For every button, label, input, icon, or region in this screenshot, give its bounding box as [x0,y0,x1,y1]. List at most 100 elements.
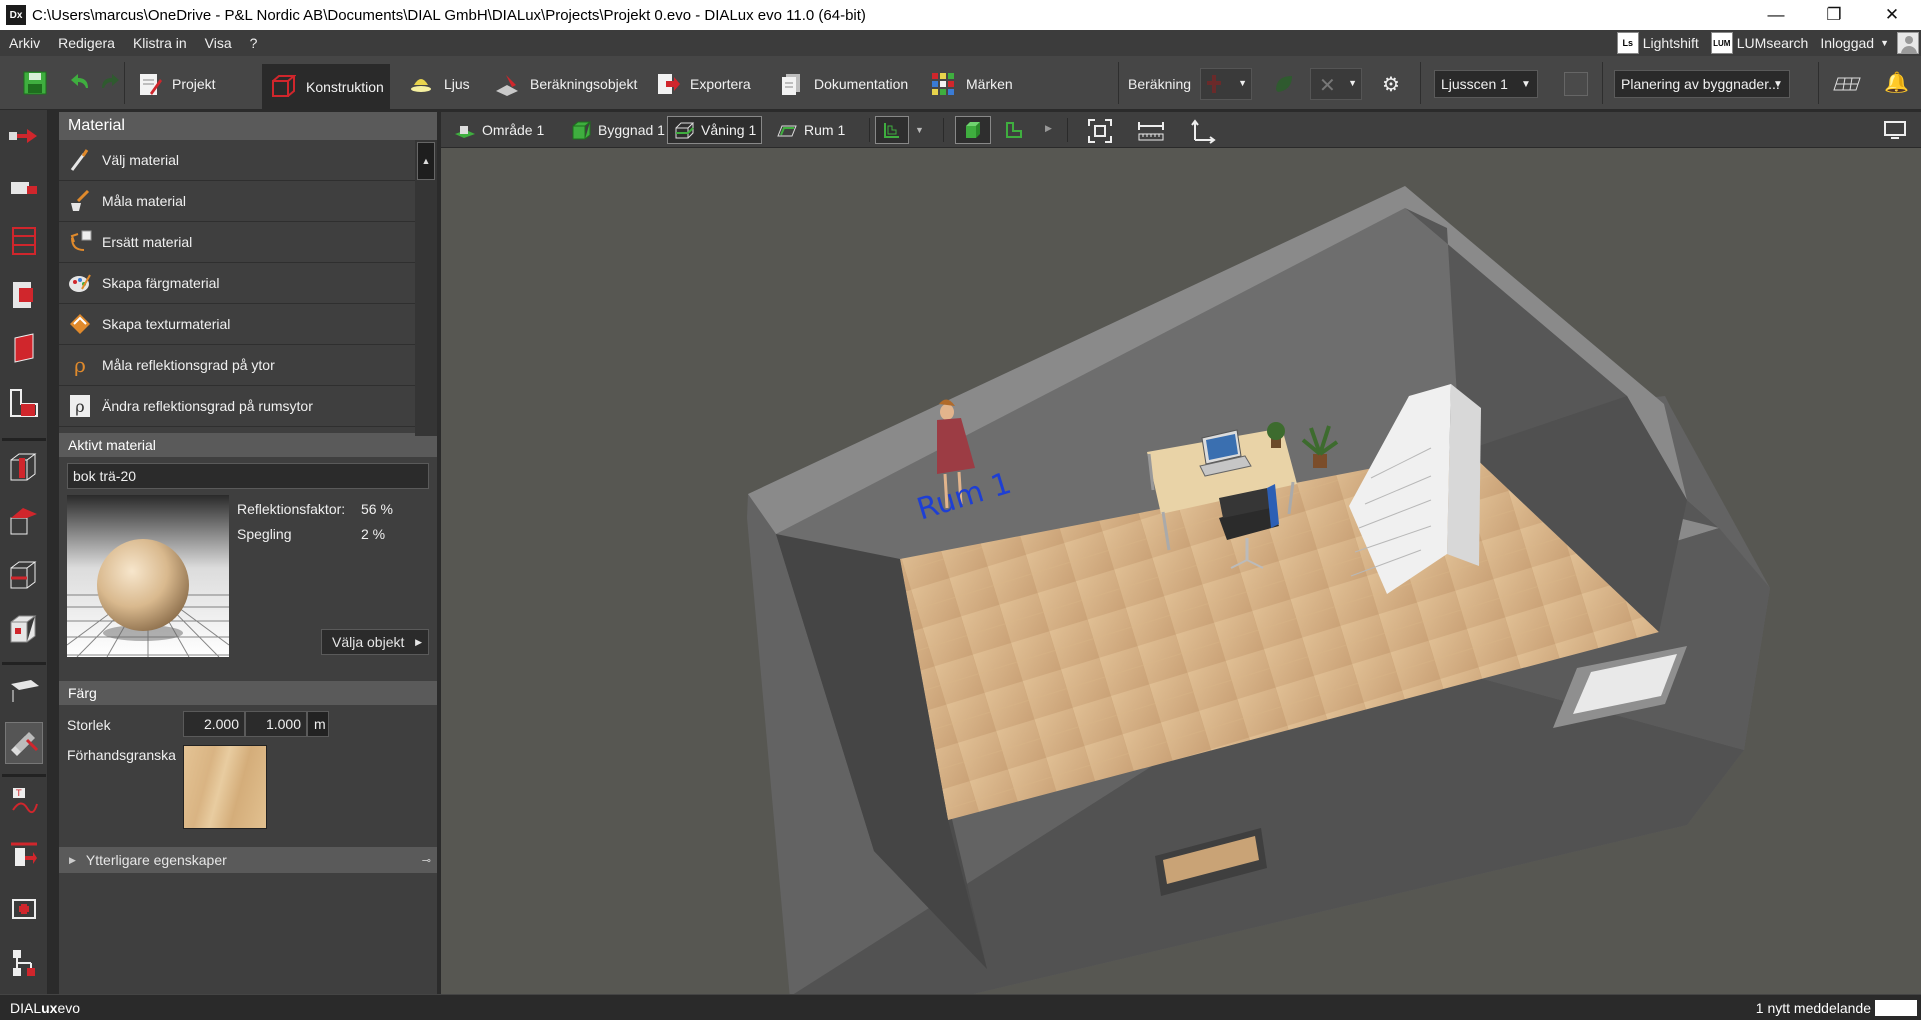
select-objects-button[interactable]: Välja objekt ▶ [321,629,429,655]
leaf-icon[interactable] [1270,70,1298,98]
chevron-down-icon[interactable]: ▼ [1238,78,1247,88]
list-item-change-reflectance[interactable]: ρ Ändra reflektionsgrad på rumsytor [59,386,415,427]
menu-arkiv[interactable]: Arkiv [0,35,49,51]
svg-text:T: T [15,789,22,799]
scroll-up-arrow-icon[interactable]: ▲ [417,142,435,180]
more-properties-expander[interactable]: ▶ Ytterligare egenskaper ⊸ [59,847,437,873]
tool-material-icon[interactable] [5,722,43,764]
tool-ceiling-icon[interactable] [5,670,43,712]
tab-projekt[interactable]: Projekt [128,66,224,102]
redo-icon[interactable] [94,68,124,98]
lumsearch-label: LUMsearch [1736,35,1809,51]
lumsearch-logo-icon: LUM [1710,32,1733,54]
close-button[interactable]: ✕ [1863,0,1921,30]
tab-ljus[interactable]: Ljus [400,66,478,102]
tool-furniture-icon[interactable] [5,166,43,208]
display-settings-icon[interactable] [1869,112,1921,148]
calculate-icon [1207,75,1221,93]
wireframe-view-button[interactable] [999,116,1029,144]
list-item-replace-material[interactable]: Ersätt material [59,222,415,263]
panel-title: Material [59,112,437,140]
floor-icon [673,120,695,140]
solid-view-button[interactable] [955,116,991,144]
lightshift-link[interactable]: Ls Lightshift [1616,32,1699,54]
material-name-field[interactable]: bok trä-20 [67,463,429,489]
tool-import-icon[interactable] [5,114,43,156]
tab-konstruktion[interactable]: Konstruktion [262,64,390,110]
material-list-scrollbar[interactable]: ▲ [415,140,437,436]
calc-object-icon [494,71,520,97]
chevron-down-icon[interactable]: ▼ [1348,78,1357,88]
zoom-extents-icon[interactable] [1087,118,1113,144]
minimize-button[interactable]: — [1747,0,1805,30]
tool-floor-plan-icon[interactable] [5,382,43,424]
list-item-choose-material[interactable]: Välj material [59,140,415,181]
l-shape-icon [1006,122,1022,138]
measure-icon[interactable] [1137,118,1165,144]
size-x-input[interactable]: 2.000 [183,711,245,737]
crumb-area[interactable]: Område 1 [449,116,549,144]
tool-surface-icon[interactable] [5,328,43,370]
list-item-paint-reflectance[interactable]: ρ Måla reflektionsgrad på ytor [59,345,415,386]
paint-bucket-icon [67,188,93,214]
menu-redigera[interactable]: Redigera [49,35,124,51]
crumb-floor[interactable]: Våning 1 [667,116,763,144]
pin-icon[interactable]: ⊸ [422,854,431,867]
size-label: Storlek [67,717,111,733]
texture-preview [183,745,267,829]
size-unit: m [307,711,329,737]
calc-start-button[interactable]: ▼ [1200,68,1252,100]
crumb-room[interactable]: Rum 1 [771,116,850,144]
login-menu[interactable]: Inloggad ▼ [1820,35,1889,51]
calc-cancel-button[interactable]: ✕ ▼ [1310,68,1362,100]
undo-icon[interactable] [66,68,96,98]
size-y-input[interactable]: 1.000 [245,711,307,737]
tab-exportera[interactable]: Exportera [646,66,759,102]
tool-room-element-icon[interactable] [5,608,43,650]
menu-help[interactable]: ? [241,35,267,51]
save-icon[interactable] [20,68,50,98]
message-indicator[interactable] [1875,1000,1917,1016]
notification-bell-icon[interactable]: 🔔 [1884,70,1909,95]
light-scene-monitor-icon[interactable] [1564,72,1588,96]
maximize-button[interactable]: ❐ [1805,0,1863,30]
list-item-create-texture-material[interactable]: Skapa texturmaterial [59,304,415,345]
calc-label: Beräkning [1128,76,1192,92]
grid-plane-icon[interactable] [1832,74,1862,94]
tool-add-object-icon[interactable] [5,888,43,930]
tool-text-curve-icon[interactable]: T [5,780,43,822]
green-cube-icon [966,122,980,138]
crumb-building[interactable]: Byggnad 1 [565,116,670,144]
tab-marken[interactable]: Märken [922,66,1021,102]
construction-cube-icon [270,74,297,100]
pipette-icon [67,147,93,173]
tool-cutline-icon[interactable] [5,834,43,876]
tab-dokumentation[interactable]: Dokumentation [770,66,916,102]
tool-roof-icon[interactable] [5,500,43,542]
tool-column-icon[interactable] [5,446,43,488]
menu-visa[interactable]: Visa [196,35,241,51]
project-icon [136,71,162,97]
tab-berakningsobjekt[interactable]: Beräkningsobjekt [486,66,645,102]
window-title: C:\Users\marcus\OneDrive - P&L Nordic AB… [32,6,866,24]
floor-plan-view-dropdown[interactable]: ▼ [875,116,927,144]
tool-cube-icon[interactable] [5,554,43,596]
chevron-right-icon: ▶ [69,854,76,865]
chevron-down-icon: ▼ [915,125,924,135]
light-scene-select[interactable]: Ljusscen 1 ▼ [1434,70,1538,98]
tool-wall-opening-icon[interactable] [5,274,43,316]
tool-building-icon[interactable] [5,220,43,262]
lightshift-label: Lightshift [1642,35,1699,51]
chevron-right-icon[interactable]: ▶ [1045,123,1052,134]
user-avatar-icon[interactable] [1897,32,1919,54]
menu-klistra-in[interactable]: Klistra in [124,35,196,51]
3d-viewport[interactable]: Rum 1 [441,148,1921,994]
gear-icon[interactable]: ⚙ [1382,72,1400,97]
tool-hierarchy-icon[interactable] [5,942,43,984]
planning-select[interactable]: Planering av byggnader... ▼ [1614,70,1790,98]
list-item-create-color-material[interactable]: Skapa färgmaterial [59,263,415,304]
lumsearch-link[interactable]: LUM LUMsearch [1710,32,1809,54]
list-item-paint-material[interactable]: Måla material [59,181,415,222]
coordinate-axis-icon[interactable] [1189,118,1217,144]
message-count[interactable]: 1 nytt meddelande [1756,1000,1871,1016]
